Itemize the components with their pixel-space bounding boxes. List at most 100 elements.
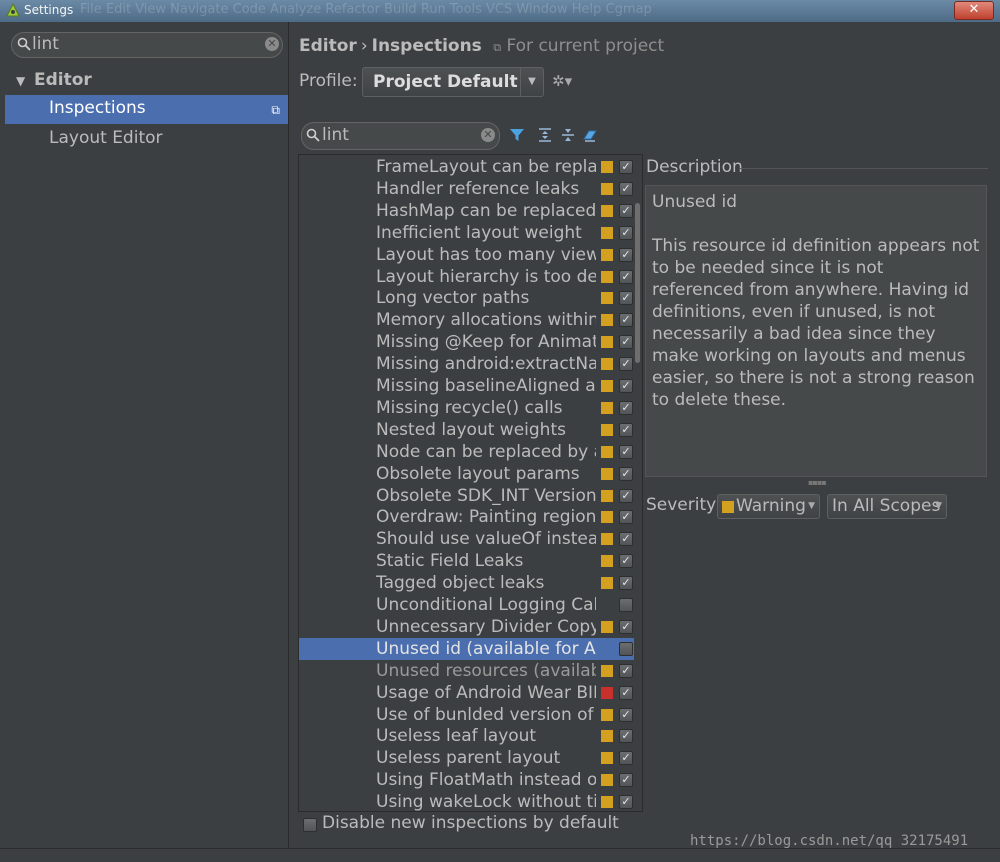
inspection-row[interactable]: Unused id (available for Analyze) (299, 637, 634, 660)
chevron-down-icon[interactable]: ▼ (935, 495, 942, 517)
tree-item-inspections[interactable]: Inspections ⧉ (5, 95, 288, 124)
inspection-row[interactable]: Use of bunlded version of GoogleApiClien… (299, 704, 634, 726)
inspection-row[interactable]: Missing recycle() calls ✓ (299, 397, 634, 419)
inspection-enabled-checkbox[interactable]: ✓ (619, 466, 633, 481)
inspection-enabled-checkbox[interactable]: ✓ (619, 269, 633, 284)
disable-new-inspections-label[interactable]: Disable new inspections by default (322, 813, 619, 833)
inspection-row[interactable]: Obsolete layout params ✓ (299, 463, 634, 485)
inspection-enabled-checkbox[interactable]: ✓ (619, 795, 633, 810)
inspection-enabled-checkbox[interactable]: ✓ (619, 400, 633, 415)
inspection-name: Handler reference leaks (376, 178, 580, 199)
inspection-name: Obsolete layout params (376, 463, 580, 484)
inspection-row[interactable]: Overdraw: Painting regions more than onc… (299, 506, 634, 528)
inspection-row[interactable]: Layout hierarchy is too deep ✓ (299, 266, 634, 288)
inspection-name: Using FloatMath instead of Math (376, 770, 596, 791)
inspection-row[interactable]: Nested layout weights ✓ (299, 419, 634, 441)
inspection-row[interactable]: Missing @Keep for Animated properties ✓ (299, 331, 634, 353)
inspection-row[interactable]: Missing baselineAligned attribute ✓ (299, 375, 634, 397)
inspection-row[interactable]: Long vector paths ✓ (299, 287, 634, 309)
expand-all-icon[interactable] (537, 127, 553, 143)
inspection-enabled-checkbox[interactable]: ✓ (619, 751, 633, 766)
inspection-row[interactable]: Inefficient layout weight ✓ (299, 222, 634, 244)
inspection-row[interactable]: Handler reference leaks ✓ (299, 178, 634, 200)
warning-severity-icon (601, 796, 613, 809)
inspection-row[interactable]: FrameLayout can be replaced with <merge>… (299, 156, 634, 178)
inspection-row[interactable]: Unnecessary Divider Copy ✓ (299, 616, 634, 638)
inspection-search-field[interactable]: lint ✕ (301, 122, 500, 150)
inspection-enabled-checkbox[interactable]: ✓ (619, 247, 633, 262)
inspection-enabled-checkbox[interactable]: ✓ (619, 663, 633, 678)
inspection-enabled-checkbox[interactable]: ✓ (619, 576, 633, 591)
inspection-row[interactable]: Useless leaf layout ✓ (299, 725, 634, 747)
inspection-row[interactable]: Unconditional Logging Calls (299, 594, 634, 616)
severity-dropdown[interactable]: Warning ▼ (717, 494, 820, 519)
inspection-enabled-checkbox[interactable]: ✓ (619, 685, 633, 700)
inspection-enabled-checkbox[interactable]: ✓ (619, 335, 633, 350)
inspection-enabled-checkbox[interactable]: ✓ (619, 707, 633, 722)
inspection-enabled-checkbox[interactable]: ✓ (619, 313, 633, 328)
inspection-row[interactable]: Obsolete SDK_INT Version Check ✓ (299, 485, 634, 507)
close-window-button[interactable]: ✕ (954, 1, 994, 20)
inspection-list[interactable]: FrameLayout can be replaced with <merge>… (298, 154, 643, 812)
inspection-enabled-checkbox[interactable]: ✓ (619, 203, 633, 218)
inspection-enabled-checkbox[interactable]: ✓ (619, 619, 633, 634)
inspection-enabled-checkbox[interactable] (619, 641, 633, 656)
inspection-enabled-checkbox[interactable]: ✓ (619, 291, 633, 306)
inspection-row[interactable]: Useless parent layout ✓ (299, 747, 634, 769)
inspection-enabled-checkbox[interactable]: ✓ (619, 532, 633, 547)
inspection-enabled-checkbox[interactable]: ✓ (619, 444, 633, 459)
window-title: Settings (24, 3, 74, 17)
background-menu-text: File Edit View Navigate Code Analyze Ref… (80, 2, 652, 17)
clear-search-icon[interactable]: ✕ (265, 37, 279, 51)
inspection-enabled-checkbox[interactable]: ✓ (619, 160, 633, 174)
inspection-row[interactable]: Using FloatMath instead of Math ✓ (299, 769, 634, 791)
clear-search-icon[interactable]: ✕ (481, 128, 495, 142)
inspection-enabled-checkbox[interactable]: ✓ (619, 729, 633, 744)
inspection-row[interactable]: Should use valueOf instead of new ✓ (299, 528, 634, 550)
gear-icon[interactable]: ✲▾ (552, 72, 572, 90)
scrollbar-thumb[interactable] (635, 203, 640, 363)
inspection-enabled-checkbox[interactable] (619, 598, 633, 612)
chevron-down-icon[interactable]: ▼ (520, 68, 543, 96)
inspection-row[interactable]: Layout has too many views ✓ (299, 244, 634, 266)
inspection-enabled-checkbox[interactable]: ✓ (619, 379, 633, 393)
disable-new-inspections-checkbox[interactable] (303, 818, 317, 832)
inspection-name: Node can be replaced by a TextView (376, 441, 596, 462)
project-scope-note: ⧉ For current project (493, 36, 664, 56)
inspection-enabled-checkbox[interactable]: ✓ (619, 510, 633, 525)
inspection-row[interactable]: Tagged object leaks ✓ (299, 572, 634, 594)
inspection-row[interactable]: Using wakeLock without timeout ✓ (299, 791, 634, 812)
inspection-name: Tagged object leaks (376, 573, 545, 594)
scope-dropdown[interactable]: In All Scopes ▼ (827, 494, 947, 519)
inspection-search-input[interactable]: lint (322, 125, 349, 145)
profile-dropdown[interactable]: Project Default Pr ▼ (362, 67, 544, 97)
collapse-all-icon[interactable] (560, 127, 576, 143)
chevron-down-icon[interactable]: ▼ (808, 495, 815, 517)
inspection-enabled-checkbox[interactable]: ✓ (619, 181, 633, 196)
inspection-row[interactable]: Missing android:extractNativeLibs ✓ (299, 353, 634, 375)
tree-item-layout-editor[interactable]: Layout Editor (5, 125, 288, 154)
description-heading: Unused id (652, 192, 738, 212)
resize-grip-icon[interactable]: ▪▪▪▪ (808, 478, 827, 487)
tree-node-editor[interactable]: ▼ Editor (16, 70, 92, 90)
inspection-row[interactable]: Unused resources (available for Analyze)… (299, 660, 634, 682)
project-scope-text: For current project (506, 36, 665, 56)
settings-search-field[interactable]: lint ✕ (11, 32, 283, 58)
breadcrumb-parent[interactable]: Editor (299, 36, 357, 56)
inspection-row[interactable]: Static Field Leaks ✓ (299, 550, 634, 572)
inspection-enabled-checkbox[interactable]: ✓ (619, 422, 633, 437)
inspection-enabled-checkbox[interactable]: ✓ (619, 773, 633, 788)
inspection-enabled-checkbox[interactable]: ✓ (619, 554, 633, 569)
inspection-enabled-checkbox[interactable]: ✓ (619, 488, 633, 503)
inspection-enabled-checkbox[interactable]: ✓ (619, 225, 633, 240)
inspection-row[interactable]: HashMap can be replaced with SparseArray… (299, 200, 634, 222)
expand-arrow-icon[interactable]: ▼ (16, 74, 34, 88)
filter-icon[interactable] (509, 127, 525, 143)
reset-to-defaults-icon[interactable] (582, 127, 598, 143)
inspection-row[interactable]: Usage of Android Wear BIND_LISTENER ✓ (299, 682, 634, 704)
settings-search-input[interactable]: lint (32, 34, 59, 54)
inspection-enabled-checkbox[interactable]: ✓ (619, 357, 633, 372)
inspection-row[interactable]: Memory allocations within drawing code ✓ (299, 309, 634, 331)
inspection-row[interactable]: Node can be replaced by a TextView ✓ (299, 441, 634, 463)
inspection-name: Using wakeLock without timeout (376, 792, 596, 812)
